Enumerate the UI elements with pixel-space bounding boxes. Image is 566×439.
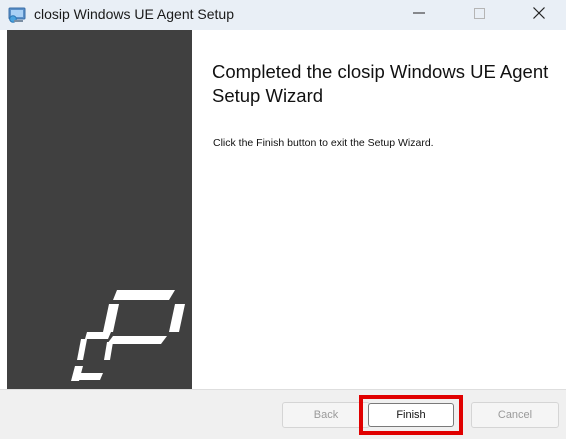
close-icon: [533, 6, 545, 24]
minimize-button[interactable]: [396, 0, 442, 30]
button-bar: Back Finish Cancel: [0, 389, 566, 439]
instruction-text: Click the Finish button to exit the Setu…: [213, 137, 434, 149]
maximize-button: [456, 0, 502, 30]
cancel-button: Cancel: [471, 402, 559, 428]
closip-logo: [67, 284, 187, 382]
title-bar[interactable]: closip Windows UE Agent Setup: [0, 0, 566, 30]
setup-window: closip Windows UE Agent Setup Completed …: [0, 0, 566, 439]
back-button: Back: [282, 402, 370, 428]
page-title: Completed the closip Windows UE Agent Se…: [212, 61, 549, 106]
wizard-banner: [7, 30, 192, 389]
maximize-icon: [473, 6, 485, 24]
minimize-icon: [413, 6, 425, 24]
finish-button[interactable]: Finish: [368, 403, 454, 427]
window-title: closip Windows UE Agent Setup: [34, 6, 234, 22]
wizard-content: Completed the closip Windows UE Agent Se…: [192, 30, 566, 389]
installer-icon: [8, 7, 26, 23]
close-button[interactable]: [516, 0, 562, 30]
